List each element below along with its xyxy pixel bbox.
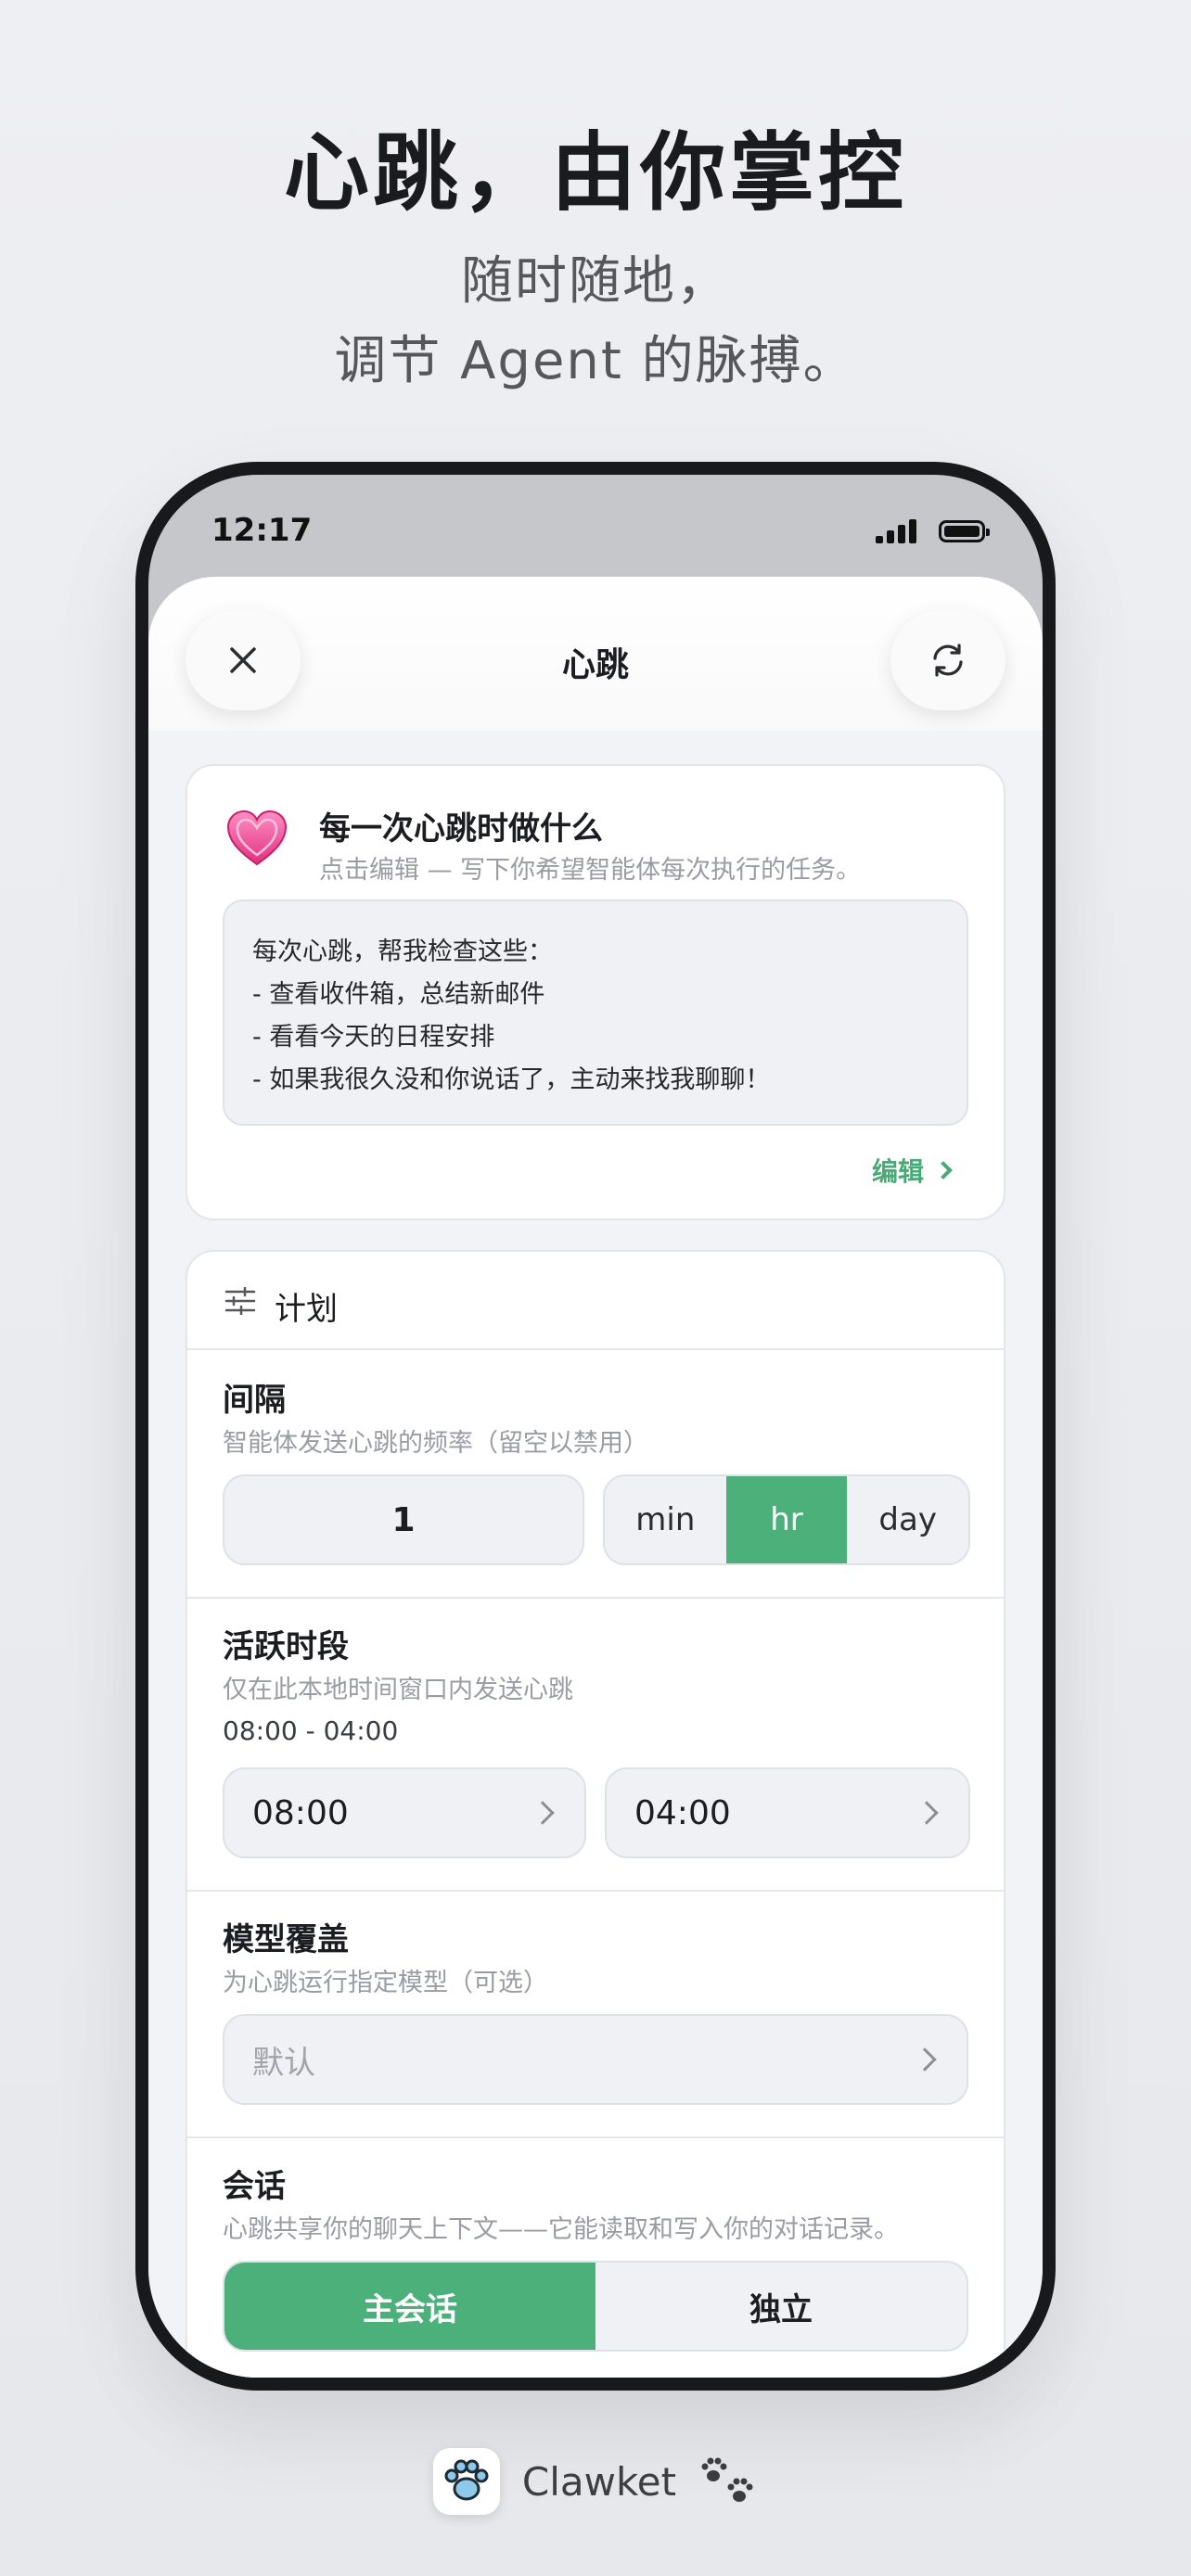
phone-frame: 12:17 心跳 每一次心跳时做什么 点击编辑 — 写下你希望智能体每次执行的任…	[135, 462, 1056, 2391]
task-card-subtitle: 点击编辑 — 写下你希望智能体每次执行的任务。	[319, 856, 862, 885]
end-time-value: 04:00	[634, 1793, 731, 1832]
sliders-icon	[224, 1287, 256, 1315]
refresh-button[interactable]	[890, 610, 1005, 710]
interval-value-input[interactable]: 1	[223, 1474, 584, 1565]
divider	[187, 2136, 1004, 2138]
interval-hint: 智能体发送心跳的频率（留空以禁用）	[223, 1429, 648, 1458]
session-label: 会话	[223, 2168, 286, 2205]
refresh-icon	[933, 644, 963, 677]
battery-icon	[939, 520, 990, 542]
task-card[interactable]: 每一次心跳时做什么 点击编辑 — 写下你希望智能体每次执行的任务。 每次心跳，帮…	[186, 764, 1005, 1220]
active-hours-hint: 仅在此本地时间窗口内发送心跳	[223, 1676, 573, 1704]
paw-prints-icon	[701, 2457, 753, 2502]
plan-header: 计划	[187, 1252, 1004, 1350]
model-picker[interactable]: 默认	[223, 2014, 968, 2105]
cellular-signal-icon	[876, 519, 918, 543]
subline-2: 调节 Agent 的脉搏。	[334, 331, 857, 391]
chevron-right-icon	[531, 1801, 555, 1825]
interval-label: 间隔	[223, 1382, 286, 1419]
session-selector: 主会话 独立	[223, 2261, 968, 2352]
active-hours-label: 活跃时段	[223, 1628, 349, 1665]
start-time-picker[interactable]: 08:00	[223, 1767, 586, 1858]
chevron-right-icon	[915, 1801, 939, 1825]
divider	[187, 1597, 1004, 1599]
pink-heart-icon	[226, 810, 288, 866]
session-hint: 心跳共享你的聊天上下文——它能读取和写入你的对话记录。	[223, 2215, 899, 2244]
plan-card: 计划 间隔 智能体发送心跳的频率（留空以禁用） 1 min hr day 活跃时…	[186, 1250, 1005, 2378]
paw-app-icon	[432, 2448, 500, 2515]
unit-day-option[interactable]: day	[847, 1476, 968, 1563]
chevron-right-icon	[913, 2047, 937, 2072]
subline-1: 随时随地，	[461, 251, 730, 312]
unit-hr-option[interactable]: hr	[725, 1476, 848, 1563]
unit-min-option[interactable]: min	[605, 1476, 726, 1563]
divider	[187, 1890, 1004, 1892]
task-line: 每次心跳，帮我检查这些：	[252, 937, 553, 966]
task-line: - 如果我很久没和你说话了，主动来找我聊聊！	[252, 1065, 771, 1094]
task-text-box[interactable]: 每次心跳，帮我检查这些： - 查看收件箱，总结新邮件 - 看看今天的日程安排 -…	[223, 899, 968, 1126]
edit-link[interactable]: 编辑	[871, 1152, 953, 1189]
status-time: 12:17	[211, 512, 313, 549]
model-hint: 为心跳运行指定模型（可选）	[223, 1969, 548, 1997]
heartbeat-sheet: 心跳 每一次心跳时做什么 点击编辑 — 写下你希望智能体每次执行的任务。 每次心…	[148, 577, 1043, 2378]
model-placeholder: 默认	[252, 2044, 315, 2082]
interval-unit-selector: min hr day	[603, 1474, 970, 1565]
session-isolated-option[interactable]: 独立	[596, 2263, 967, 2350]
footer-branding: Clawket	[0, 2448, 1191, 2515]
app-name: Clawket	[521, 2458, 677, 2505]
paw-icon	[444, 2459, 489, 2501]
status-bar: 12:17	[148, 475, 1043, 577]
task-line: - 看看今天的日程安排	[252, 1023, 495, 1052]
plan-title: 计划	[275, 1291, 338, 1328]
sheet-header: 心跳	[148, 577, 1043, 731]
edit-label: 编辑	[871, 1156, 924, 1187]
task-card-title: 每一次心跳时做什么	[319, 810, 603, 848]
phone-screen: 12:17 心跳 每一次心跳时做什么 点击编辑 — 写下你希望智能体每次执行的任…	[148, 475, 1043, 2378]
headline: 心跳，由你掌控	[283, 123, 907, 223]
model-label: 模型覆盖	[223, 1921, 349, 1958]
active-hours-range: 08:00 - 04:00	[223, 1715, 399, 1746]
task-line: - 查看收件箱，总结新邮件	[252, 980, 545, 1009]
end-time-picker[interactable]: 04:00	[605, 1767, 970, 1858]
chevron-right-icon	[934, 1161, 953, 1180]
session-main-option[interactable]: 主会话	[224, 2263, 596, 2350]
start-time-value: 08:00	[252, 1793, 349, 1832]
